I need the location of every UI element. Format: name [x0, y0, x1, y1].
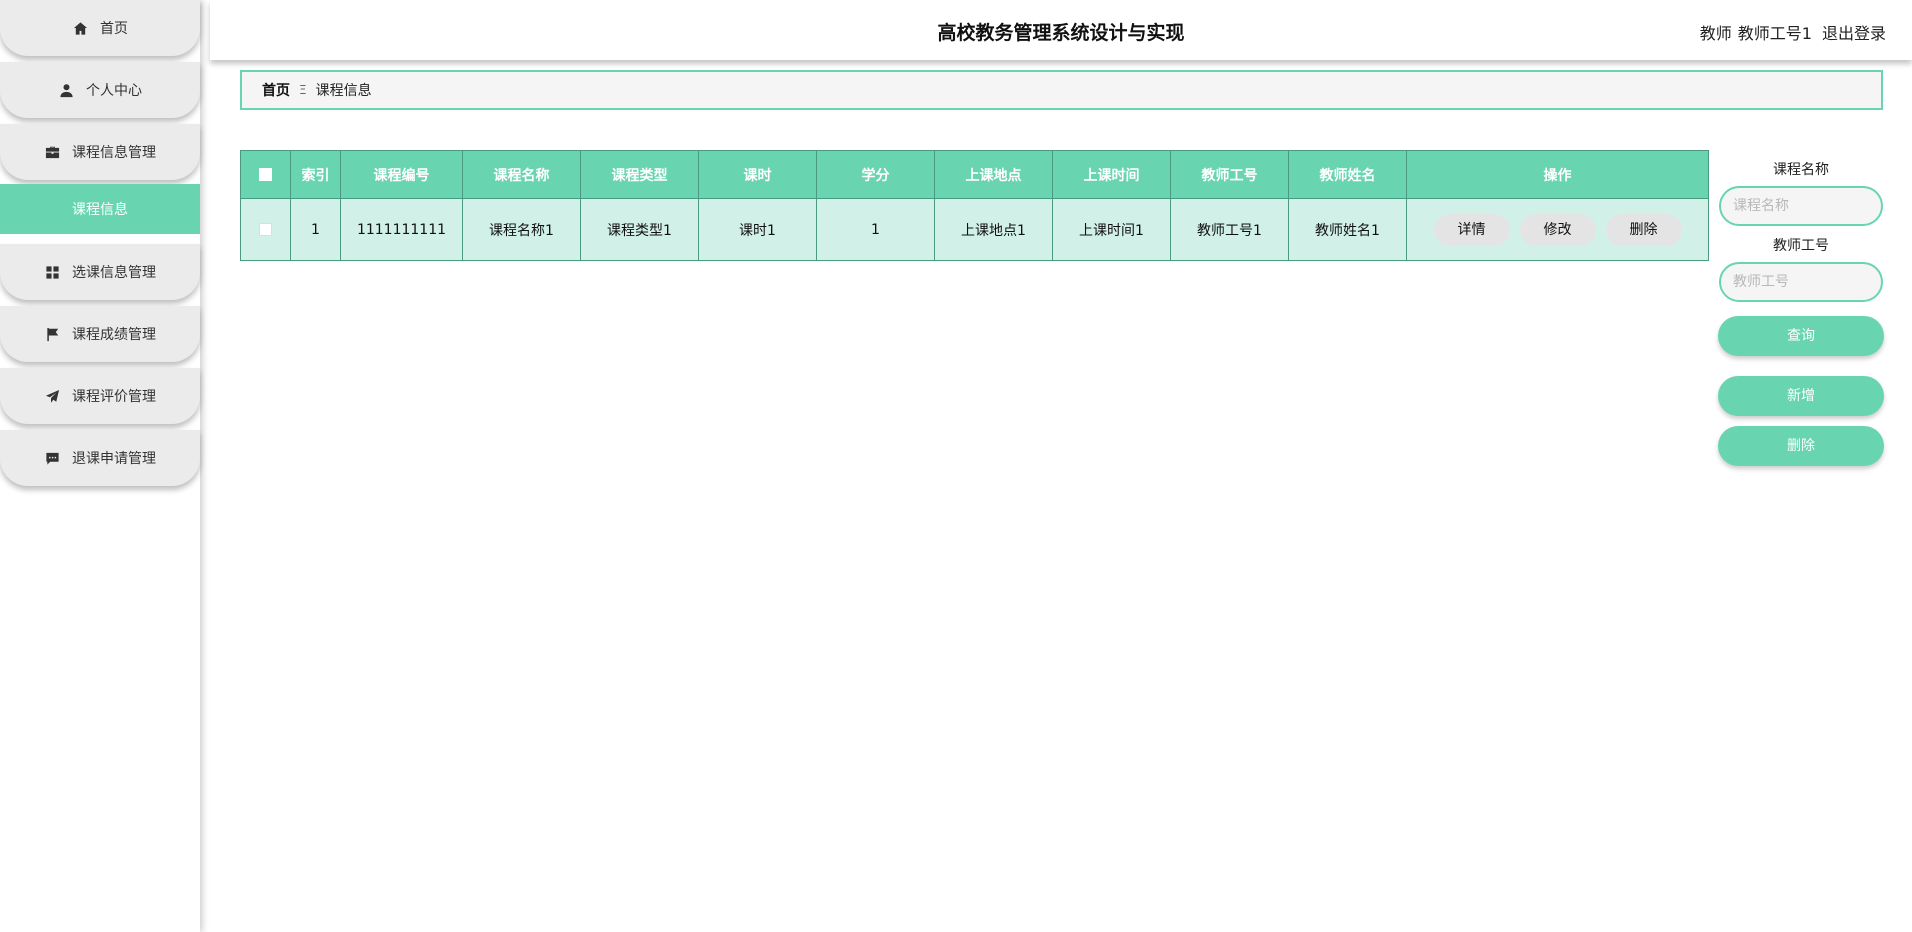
search-panel: 课程名称 教师工号 查询 新增 删除	[1718, 150, 1884, 466]
sidebar-item-course-info-management[interactable]: 课程信息管理	[0, 124, 200, 180]
table-cell: 课程名称1	[462, 198, 581, 261]
sidebar-item-label: 退课申请管理	[72, 451, 156, 467]
column-header: 课程类型	[580, 150, 699, 199]
table-cell: 1	[290, 198, 341, 261]
sidebar-item-drop-request-management[interactable]: 退课申请管理	[0, 430, 200, 486]
query-button[interactable]: 查询	[1718, 316, 1884, 356]
flag-icon	[44, 326, 60, 342]
table-cell: 教师工号1	[1170, 198, 1289, 261]
table-cell: 1	[816, 198, 935, 261]
table-row: 1 1111111111 课程名称1 课程类型1 课时1 1 上课地点1 上课时…	[240, 198, 1709, 261]
row-delete-button[interactable]: 删除	[1605, 213, 1682, 246]
sidebar-subitem-course-info[interactable]: 课程信息	[0, 184, 200, 234]
table-cell: 课程类型1	[580, 198, 699, 261]
sidebar-item-label: 选课信息管理	[72, 265, 156, 281]
course-table-container: 索引 课程编号 课程名称 课程类型 课时 学分 上课地点 上课时间 教师工号 教…	[240, 150, 1709, 261]
teacher-id-label: 教师工号	[1773, 238, 1829, 254]
table-cell: 上课地点1	[934, 198, 1053, 261]
teacher-id-input[interactable]	[1719, 262, 1883, 302]
user-role: 教师	[1699, 24, 1732, 43]
course-name-label: 课程名称	[1773, 162, 1829, 178]
breadcrumb-current: 课程信息	[315, 83, 372, 99]
table-cell: 课时1	[698, 198, 817, 261]
page-title: 高校教务管理系统设计与实现	[937, 22, 1185, 44]
top-header: 高校教务管理系统设计与实现 教师 教师工号1 退出登录	[210, 0, 1912, 60]
column-header: 学分	[816, 150, 935, 199]
sidebar-item-label: 个人中心	[86, 83, 142, 99]
table-cell: 上课时间1	[1052, 198, 1171, 261]
table-cell: 教师姓名1	[1288, 198, 1407, 261]
sidebar-item-label: 课程成绩管理	[72, 327, 156, 343]
actions-cell: 详情 修改 删除	[1406, 198, 1709, 261]
person-icon	[58, 82, 74, 98]
breadcrumb-home[interactable]: 首页	[262, 80, 290, 100]
table-header-row: 索引 课程编号 课程名称 课程类型 课时 学分 上课地点 上课时间 教师工号 教…	[240, 150, 1709, 199]
briefcase-icon	[44, 144, 60, 160]
add-button[interactable]: 新增	[1718, 376, 1884, 416]
sidebar-item-label: 课程评价管理	[72, 389, 156, 405]
sidebar-subitem-label: 课程信息	[72, 202, 128, 218]
app-root: 首页 个人中心 课程信息管理 课程信息 选课信息管理 课程成绩管理 课程评价管理…	[0, 0, 1912, 932]
column-header: 课程编号	[340, 150, 463, 199]
sidebar-item-home[interactable]: 首页	[0, 0, 200, 56]
column-header: 教师姓名	[1288, 150, 1407, 199]
user-id: 教师工号1	[1737, 24, 1812, 43]
select-all-checkbox[interactable]	[259, 168, 272, 181]
grid-icon	[44, 264, 60, 280]
user-info: 教师 教师工号1 退出登录	[1694, 20, 1886, 44]
breadcrumb-separator: Ξ	[299, 83, 307, 97]
table-cell: 1111111111	[340, 198, 463, 261]
column-header: 操作	[1406, 150, 1709, 199]
edit-button[interactable]: 修改	[1519, 213, 1596, 246]
column-header: 索引	[290, 150, 341, 199]
delete-button[interactable]: 删除	[1718, 426, 1884, 466]
row-checkbox[interactable]	[259, 223, 272, 236]
home-icon	[72, 20, 88, 36]
sidebar-item-course-evaluation-management[interactable]: 课程评价管理	[0, 368, 200, 424]
column-header: 上课地点	[934, 150, 1053, 199]
chat-icon	[44, 450, 60, 466]
course-name-input[interactable]	[1719, 186, 1883, 226]
sidebar: 首页 个人中心 课程信息管理 课程信息 选课信息管理 课程成绩管理 课程评价管理…	[0, 0, 200, 932]
sidebar-item-course-grades-management[interactable]: 课程成绩管理	[0, 306, 200, 362]
select-all-cell[interactable]	[240, 150, 291, 199]
course-table: 索引 课程编号 课程名称 课程类型 课时 学分 上课地点 上课时间 教师工号 教…	[240, 150, 1709, 261]
row-select-cell[interactable]	[240, 198, 291, 261]
logout-link[interactable]: 退出登录	[1822, 24, 1886, 43]
sidebar-item-personal-center[interactable]: 个人中心	[0, 62, 200, 118]
column-header: 上课时间	[1052, 150, 1171, 199]
sidebar-item-label: 课程信息管理	[72, 145, 156, 161]
breadcrumb: 首页 Ξ 课程信息	[240, 70, 1883, 110]
detail-button[interactable]: 详情	[1433, 213, 1510, 246]
sidebar-item-label: 首页	[100, 21, 128, 37]
sidebar-item-course-selection-management[interactable]: 选课信息管理	[0, 244, 200, 300]
column-header: 课程名称	[462, 150, 581, 199]
column-header: 教师工号	[1170, 150, 1289, 199]
column-header: 课时	[698, 150, 817, 199]
send-icon	[44, 388, 60, 404]
